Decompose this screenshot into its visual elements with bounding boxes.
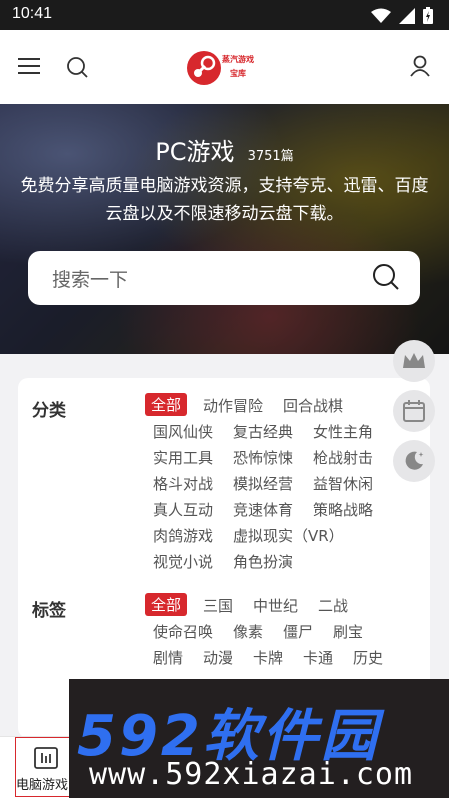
tag-item[interactable]: 二战 [318,595,348,616]
calendar-button[interactable] [393,390,435,432]
tags-label: 标签 [32,601,66,621]
category-item[interactable]: 回合战棋 [283,395,343,416]
tag-item[interactable]: 三国 [203,595,233,616]
status-bar: 10:41 [0,0,449,30]
status-icons [371,7,433,24]
post-count: 3751篇 [247,149,294,164]
hero-description: 免费分享高质量电脑游戏资源，支持夸克、迅雷、百度云盘以及不限速移动云盘下载。 [20,176,429,224]
tag-item[interactable]: 历史 [353,647,383,668]
search-icon[interactable] [66,56,88,78]
search-box[interactable]: 搜索一下 [28,251,420,305]
calendar-icon [403,400,425,422]
category-item[interactable]: 动作冒险 [203,395,263,416]
category-item[interactable]: 实用工具 [153,447,213,468]
tag-item[interactable]: 使命召唤 [153,621,213,642]
watermark-overlay: 592软件园 www.592xiazai.com [69,679,449,798]
category-item-all[interactable]: 全部 [145,393,188,416]
top-bar: 蒸汽游戏 宝库 [0,30,449,104]
moon-icon [405,451,424,470]
page-title: PC游戏 [155,138,235,166]
user-icon[interactable] [409,55,431,77]
hero-title-row: PC游戏 3751篇 [0,132,449,167]
category-item[interactable]: 恐怖惊悚 [233,447,293,468]
category-item[interactable]: 格斗对战 [153,473,213,494]
tag-item[interactable]: 动漫 [203,647,233,668]
site-logo[interactable]: 蒸汽游戏 宝库 [186,48,264,88]
category-item[interactable]: 益智休闲 [313,473,373,494]
tag-item-all[interactable]: 全部 [145,593,188,616]
category-label: 分类 [32,401,66,421]
bottom-nav-label: 电脑游戏 [16,778,69,793]
category-item[interactable]: 竞速体育 [233,499,293,520]
category-item[interactable]: 复古经典 [233,421,293,442]
category-item-vr[interactable]: 虚拟现实（VR） [233,525,344,546]
hero-banner: PC游戏 3751篇 免费分享高质量电脑游戏资源，支持夸克、迅雷、百度云盘以及不… [0,104,449,354]
tag-item[interactable]: 刷宝 [333,621,363,642]
tag-item[interactable]: 像素 [233,621,263,642]
tag-item[interactable]: 卡牌 [253,647,283,668]
category-item[interactable]: 角色扮演 [233,551,293,572]
category-item[interactable]: 视觉小说 [153,551,213,572]
steam-logo-icon [187,51,221,85]
category-item[interactable]: 枪战射击 [313,447,373,468]
category-item[interactable]: 真人互动 [153,499,213,520]
category-item[interactable]: 肉鸽游戏 [153,525,213,546]
tag-item[interactable]: 僵尸 [283,621,313,642]
signal-icon [399,7,415,24]
category-item[interactable]: 国风仙侠 [153,421,213,442]
category-item[interactable]: 策略战略 [313,499,373,520]
wifi-icon [371,8,391,23]
watermark-url: www.592xiazai.com [89,757,414,792]
tag-item[interactable]: 卡通 [303,647,333,668]
dark-mode-button[interactable] [393,440,435,482]
category-item[interactable]: 模拟经营 [233,473,293,494]
logo-text-top: 蒸汽游戏 [222,55,254,64]
vip-button[interactable] [393,340,435,382]
status-time: 10:41 [12,5,53,22]
search-icon[interactable] [372,263,400,291]
tag-item[interactable]: 中世纪 [253,595,298,616]
chart-icon [34,747,58,769]
logo-text-bottom: 宝库 [230,69,246,78]
bottom-nav-item-pc-games[interactable]: 电脑游戏 [15,737,75,797]
category-item[interactable]: 女性主角 [313,421,373,442]
menu-icon[interactable] [18,56,42,76]
crown-icon [403,353,425,368]
battery-icon [423,7,433,24]
search-input[interactable]: 搜索一下 [52,265,128,292]
tag-item[interactable]: 剧情 [153,647,183,668]
